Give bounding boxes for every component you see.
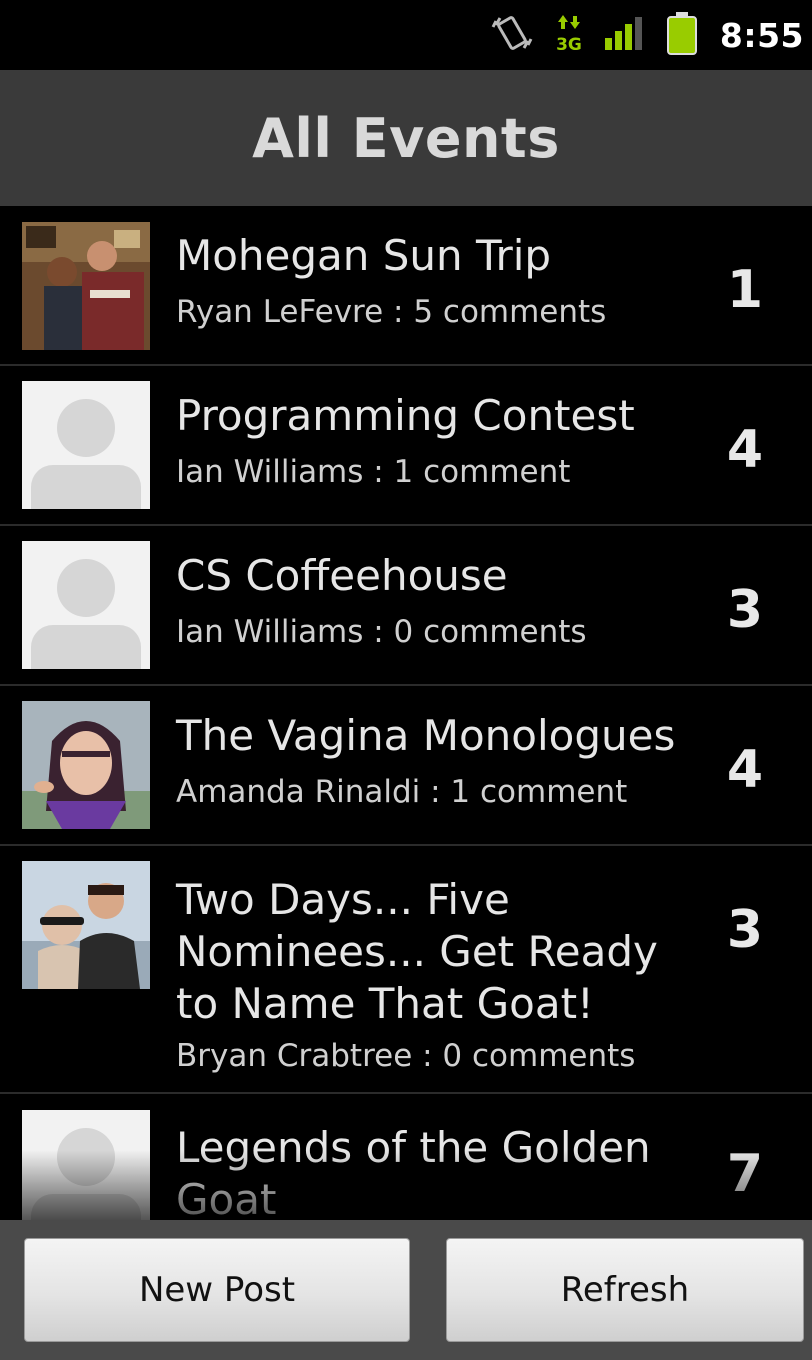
event-count: 3	[726, 580, 764, 640]
page-title: All Events	[252, 106, 560, 170]
list-item-event[interactable]: CS Coffeehouse Ian Williams : 0 comments…	[0, 526, 812, 686]
list-item-event[interactable]: Legends of the Golden Goat 7	[0, 1094, 812, 1220]
list-item-event[interactable]: Programming Contest Ian Williams : 1 com…	[0, 366, 812, 526]
vibrate-icon	[490, 13, 534, 57]
event-count: 4	[726, 740, 764, 800]
title-bar: All Events	[0, 70, 812, 206]
event-title: Legends of the Golden Goat	[176, 1123, 651, 1220]
event-author-comments: Bryan Crabtree : 0 comments	[176, 1038, 636, 1074]
3g-data-icon: 3G	[556, 13, 582, 57]
event-author-comments: Ian Williams : 0 comments	[176, 614, 587, 650]
event-thumbnail	[22, 701, 150, 829]
event-count: 4	[726, 420, 764, 480]
event-title: Two Days... Five Nominees... Get Ready t…	[176, 875, 658, 1028]
events-list[interactable]: Mohegan Sun Trip Ryan LeFevre : 5 commen…	[0, 206, 812, 1220]
list-item-event[interactable]: The Vagina Monologues Amanda Rinaldi : 1…	[0, 686, 812, 846]
svg-text:3G: 3G	[556, 35, 582, 53]
event-count: 3	[726, 900, 764, 960]
event-thumbnail	[22, 222, 150, 350]
event-title: Programming Contest	[176, 391, 635, 440]
default-avatar-icon	[22, 541, 150, 669]
default-avatar-icon	[22, 1110, 150, 1220]
new-post-button[interactable]: New Post	[24, 1238, 410, 1342]
event-title: The Vagina Monologues	[176, 711, 676, 760]
event-count: 7	[726, 1144, 764, 1204]
event-author-comments: Ryan LeFevre : 5 comments	[176, 294, 607, 330]
event-count: 1	[726, 260, 764, 320]
event-author-comments: Amanda Rinaldi : 1 comment	[176, 774, 628, 810]
event-title: CS Coffeehouse	[176, 551, 508, 600]
event-title: Mohegan Sun Trip	[176, 231, 552, 280]
battery-icon	[666, 11, 698, 59]
bottom-action-bar: New Post Refresh	[0, 1220, 812, 1360]
default-avatar-icon	[22, 381, 150, 509]
list-item-event[interactable]: Two Days... Five Nominees... Get Ready t…	[0, 846, 812, 1094]
event-thumbnail	[22, 861, 150, 989]
event-author-comments: Ian Williams : 1 comment	[176, 454, 571, 490]
refresh-button[interactable]: Refresh	[446, 1238, 804, 1342]
clock: 8:55	[719, 15, 804, 55]
status-bar: 3G 8:55	[0, 0, 812, 70]
signal-strength-icon	[604, 16, 644, 54]
list-item-event[interactable]: Mohegan Sun Trip Ryan LeFevre : 5 commen…	[0, 206, 812, 366]
